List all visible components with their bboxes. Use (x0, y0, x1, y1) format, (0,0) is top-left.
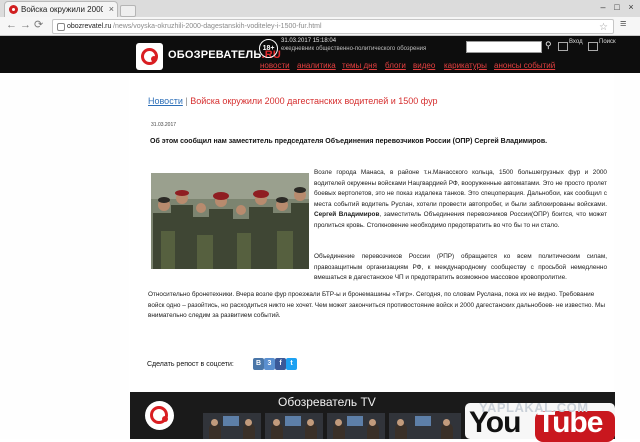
search-icon[interactable]: ⚲ (545, 40, 552, 51)
watermark: YAPLAKAL.COM (479, 400, 589, 415)
share-twitter-button[interactable]: t (286, 358, 297, 370)
article-paragraph-2: Объединение перевозчиков России (РПР) об… (314, 253, 607, 281)
bookmark-star-icon[interactable]: ☆ (599, 21, 608, 34)
nav-news[interactable]: новости (260, 61, 290, 70)
maximize-icon[interactable]: □ (610, 2, 624, 12)
url-path: /news/voyska-okruzhili-2000-dagestanskih… (113, 23, 322, 30)
browser-menu-icon[interactable]: ≡ (620, 18, 626, 30)
site-logo-icon[interactable] (136, 43, 163, 70)
nav-blogs[interactable]: блоги (385, 61, 406, 70)
nav-cartoons[interactable]: карикатуры (444, 61, 487, 70)
tv-thumbnail[interactable] (203, 413, 261, 439)
nav-video[interactable]: видео (413, 61, 435, 70)
article-lead: Об этом сообщил нам заместитель председа… (150, 138, 548, 145)
tv-thumbnail[interactable] (265, 413, 323, 439)
login-icon[interactable] (558, 42, 568, 51)
article-paragraph-3: Относительно бронетехники. Вчера возле ф… (148, 291, 605, 319)
tv-title[interactable]: Обозреватель TV (278, 395, 376, 409)
browser-tabstrip: Войска окружили 2000 даг... × – □ × (0, 0, 640, 18)
url-field[interactable]: obozrevatel.ru /news/voyska-okruzhili-20… (52, 19, 614, 34)
header-datetime: 31.03.2017 15:18:04 (281, 38, 337, 44)
login-link[interactable]: Вход (569, 39, 583, 45)
address-bar-row: ← → ⟳ obozrevatel.ru /news/voyska-okruzh… (0, 17, 640, 36)
tab-title: Войска окружили 2000 даг... (21, 5, 103, 14)
page-info-icon (57, 23, 65, 31)
share-counter: 3 (264, 358, 275, 370)
article-date: 31.03.2017 (151, 122, 177, 128)
nav-analytics[interactable]: аналитика (297, 61, 336, 70)
tv-thumbnail[interactable] (327, 413, 385, 439)
share-vk-button[interactable]: В (253, 358, 264, 370)
new-tab-button[interactable] (120, 5, 136, 17)
url-host: obozrevatel.ru (67, 23, 112, 30)
favicon-icon (9, 5, 18, 14)
browser-tab[interactable]: Войска окружили 2000 даг... × (4, 1, 118, 18)
soldiers-photo-image (151, 173, 309, 269)
reload-icon[interactable]: ⟳ (34, 19, 43, 32)
search-site-link[interactable]: Поиск (599, 39, 616, 45)
breadcrumb-news[interactable]: Новости (148, 96, 183, 106)
search-site-icon[interactable] (588, 42, 598, 51)
article-title: Войска окружили 2000 дагестанских водите… (190, 96, 438, 106)
search-input[interactable] (466, 41, 542, 53)
back-arrow-icon[interactable]: ← (6, 19, 17, 32)
article-paragraph-1: Возле города Манаса, в районе т.н.Манасс… (314, 169, 607, 229)
minimize-icon[interactable]: – (596, 2, 610, 12)
article-photo (151, 173, 309, 269)
tab-close-icon[interactable]: × (109, 4, 114, 14)
age-rating-badge: 18+ (259, 39, 278, 58)
article-headline: Новости | Войска окружили 2000 дагестанс… (148, 96, 438, 106)
tv-thumbnail[interactable] (389, 413, 461, 439)
share-label: Сделать репост в соцсети: (147, 361, 234, 368)
nav-events[interactable]: анонсы событий (494, 61, 555, 70)
tv-logo-icon[interactable] (145, 401, 174, 430)
close-window-icon[interactable]: × (624, 2, 638, 12)
header-tagline: ежедневник общественно-политического обо… (281, 46, 427, 52)
forward-arrow-icon[interactable]: → (20, 19, 31, 32)
person-name: Сергей Владимиров (314, 211, 380, 218)
share-facebook-button[interactable]: f (275, 358, 286, 370)
nav-topics[interactable]: темы дня (342, 61, 377, 70)
